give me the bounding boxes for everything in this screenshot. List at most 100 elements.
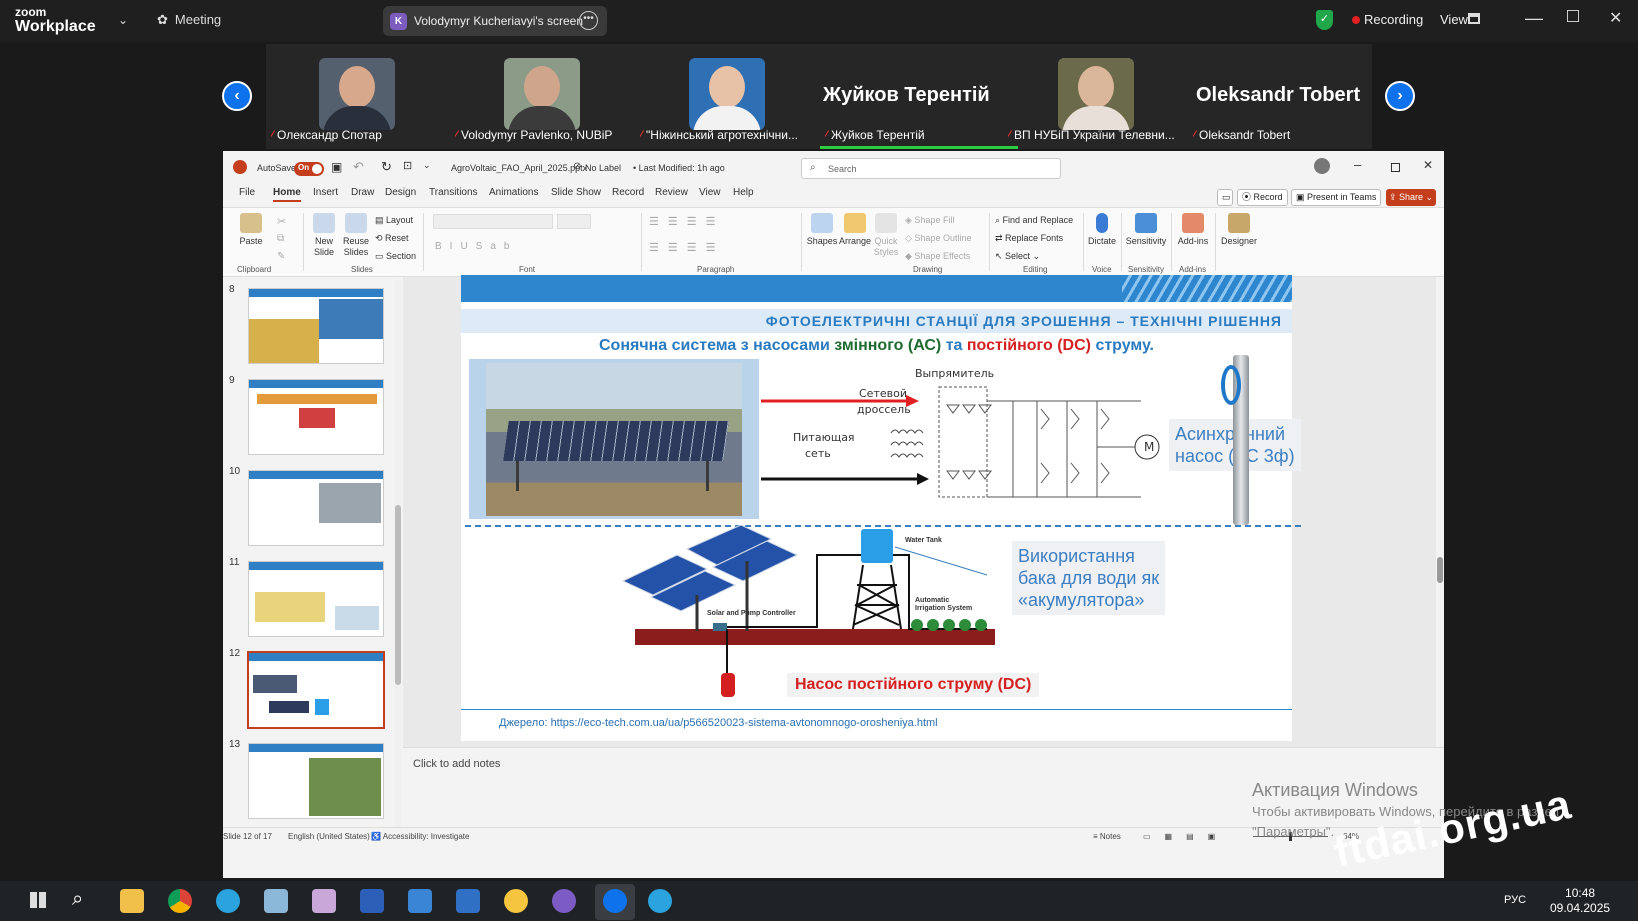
tab-design[interactable]: Design — [385, 187, 416, 198]
notes-placeholder[interactable]: Click to add notes — [413, 758, 500, 770]
source-link[interactable]: Джерело: https://eco-tech.com.ua/ua/p566… — [499, 717, 938, 729]
last-modified[interactable]: • Last Modified: 1h ago — [633, 163, 725, 173]
add-ins-button[interactable]: Add-ins — [1175, 213, 1211, 246]
shape-outline-button[interactable]: ◇ Shape Outline — [905, 233, 971, 244]
sensitivity-button[interactable]: Sensitivity — [1125, 213, 1167, 246]
calculator-icon[interactable] — [408, 889, 432, 913]
share-button[interactable]: ⇪ Share ⌄ — [1386, 189, 1436, 206]
telegram-icon[interactable] — [216, 889, 240, 913]
telegram-icon[interactable] — [648, 889, 672, 913]
redo-icon[interactable]: ↻ — [381, 159, 392, 175]
maximize-icon[interactable] — [1567, 10, 1579, 22]
chevron-right-icon[interactable]: › — [1385, 81, 1415, 111]
layout-button[interactable]: ▤ Layout — [375, 215, 413, 226]
list-buttons[interactable]: ☰☰☰☰ — [649, 215, 724, 228]
tab-review[interactable]: Review — [655, 187, 688, 198]
recording-label[interactable]: Recording — [1364, 12, 1423, 27]
view-buttons[interactable]: ▭▦▤▣ — [1143, 832, 1229, 841]
tab-animations[interactable]: Animations — [489, 187, 538, 198]
close-icon[interactable]: ✕ — [1423, 158, 1433, 172]
quick-styles-button[interactable]: Quick Styles — [871, 213, 901, 258]
tab-home[interactable]: Home — [273, 187, 301, 202]
app-icon[interactable] — [312, 889, 336, 913]
shapes-button[interactable]: Shapes — [805, 213, 839, 246]
replace-fonts-button[interactable]: ⇄ Replace Fonts — [995, 233, 1063, 244]
font-name-input[interactable] — [433, 214, 553, 229]
file-explorer-icon[interactable] — [120, 889, 144, 913]
app-icon[interactable] — [264, 889, 288, 913]
format-painter-icon[interactable]: ✎ — [277, 251, 285, 262]
chevron-down-icon[interactable]: ⌄ — [118, 13, 128, 27]
copy-icon[interactable]: ⧉ — [277, 233, 284, 244]
tab-insert[interactable]: Insert — [313, 187, 338, 198]
thumb-scrollbar[interactable] — [395, 279, 401, 831]
tab-record[interactable]: Record — [612, 187, 644, 198]
slide-thumbnail-selected[interactable] — [247, 651, 385, 729]
grid-icon[interactable] — [1468, 13, 1480, 24]
maximize-icon[interactable] — [1391, 163, 1400, 172]
designer-button[interactable]: Designer — [1219, 213, 1259, 246]
word-icon[interactable] — [360, 889, 384, 913]
language-indicator[interactable]: English (United States) — [288, 832, 370, 841]
avatar[interactable] — [1314, 158, 1330, 174]
tab-help[interactable]: Help — [733, 187, 754, 198]
align-buttons[interactable]: ☰☰☰☰ — [649, 241, 724, 254]
customize-icon[interactable]: ⌄ — [423, 160, 431, 171]
close-icon[interactable]: ✕ — [1609, 8, 1622, 28]
slide-thumbnail[interactable] — [248, 743, 384, 819]
tab-view[interactable]: View — [699, 187, 721, 198]
clock[interactable]: 10:48 09.04.2025 — [1550, 886, 1610, 916]
minimize-icon[interactable]: — — [1525, 8, 1543, 29]
search-input[interactable]: ⌕ Search — [801, 158, 1061, 179]
arrange-button[interactable]: Arrange — [837, 213, 873, 246]
view-button[interactable]: View — [1440, 12, 1468, 27]
slide-thumbnail[interactable] — [248, 470, 384, 546]
shape-effects-button[interactable]: ◆ Shape Effects — [905, 251, 970, 262]
app-icon[interactable] — [456, 889, 480, 913]
font-size-input[interactable] — [557, 214, 591, 229]
participant-video[interactable] — [689, 58, 769, 130]
app-icon[interactable] — [504, 889, 528, 913]
shape-fill-button[interactable]: ◈ Shape Fill — [905, 215, 954, 226]
slide[interactable]: ФОТОЕЛЕКТРИЧНІ СТАНЦІЇ ДЛЯ ЗРОШЕННЯ – ТЕ… — [461, 275, 1301, 741]
more-options-icon[interactable]: ••• — [579, 11, 598, 30]
comments-icon[interactable]: ▭ — [1217, 189, 1233, 206]
viber-icon[interactable] — [552, 889, 576, 913]
cut-icon[interactable]: ✂ — [277, 215, 286, 228]
undo-icon[interactable]: ↶ — [353, 159, 364, 175]
participant-video[interactable] — [504, 58, 584, 130]
slide-thumbnail[interactable] — [248, 561, 384, 637]
tab-transitions[interactable]: Transitions — [429, 187, 478, 198]
participant-video[interactable] — [1058, 58, 1138, 130]
tab-slide-show[interactable]: Slide Show — [551, 187, 601, 198]
meeting-button[interactable]: ✿ Meeting — [157, 12, 221, 28]
minimize-icon[interactable]: – — [1354, 157, 1361, 172]
reset-button[interactable]: ⟲ Reset — [375, 233, 409, 244]
slide-thumbnail[interactable] — [248, 288, 384, 364]
shared-screen-pill[interactable]: K Volodymyr Kucheriavyi's screen ••• — [383, 6, 607, 36]
shield-icon[interactable]: ✓ — [1316, 10, 1333, 30]
zoom-logo[interactable]: zoom Workplace — [15, 6, 96, 35]
section-button[interactable]: ▭ Section — [375, 251, 416, 262]
save-icon[interactable]: ▣ — [331, 160, 342, 174]
zoom-taskbar-active[interactable] — [595, 884, 635, 920]
language-indicator[interactable]: РУС — [1504, 894, 1526, 906]
notes-toggle[interactable]: ≡ Notes — [1093, 832, 1121, 841]
dictate-button[interactable]: Dictate — [1087, 213, 1117, 246]
select-button[interactable]: ↖ Select ⌄ — [995, 251, 1040, 262]
search-icon[interactable]: ⌕ — [72, 888, 83, 911]
tab-draw[interactable]: Draw — [351, 187, 374, 198]
chrome-icon[interactable] — [168, 889, 192, 913]
chevron-left-icon[interactable]: ‹ — [222, 81, 252, 111]
participant-video[interactable] — [319, 58, 399, 130]
tab-file[interactable]: File — [239, 187, 255, 198]
accessibility-status[interactable]: ♿ Accessibility: Investigate — [371, 832, 469, 841]
file-name[interactable]: AgroVoltaic_FAO_April_2025.pptx — [451, 163, 587, 173]
windows-start-icon[interactable] — [30, 892, 46, 908]
present-icon[interactable]: ⊡ — [403, 159, 412, 172]
record-button[interactable]: ⦿ Record — [1237, 189, 1288, 206]
slide-scrollbar[interactable] — [1436, 277, 1444, 747]
autosave-toggle[interactable]: On — [294, 162, 324, 176]
present-in-teams-button[interactable]: ▣ Present in Teams — [1291, 189, 1382, 206]
slide-thumbnail[interactable] — [248, 379, 384, 455]
